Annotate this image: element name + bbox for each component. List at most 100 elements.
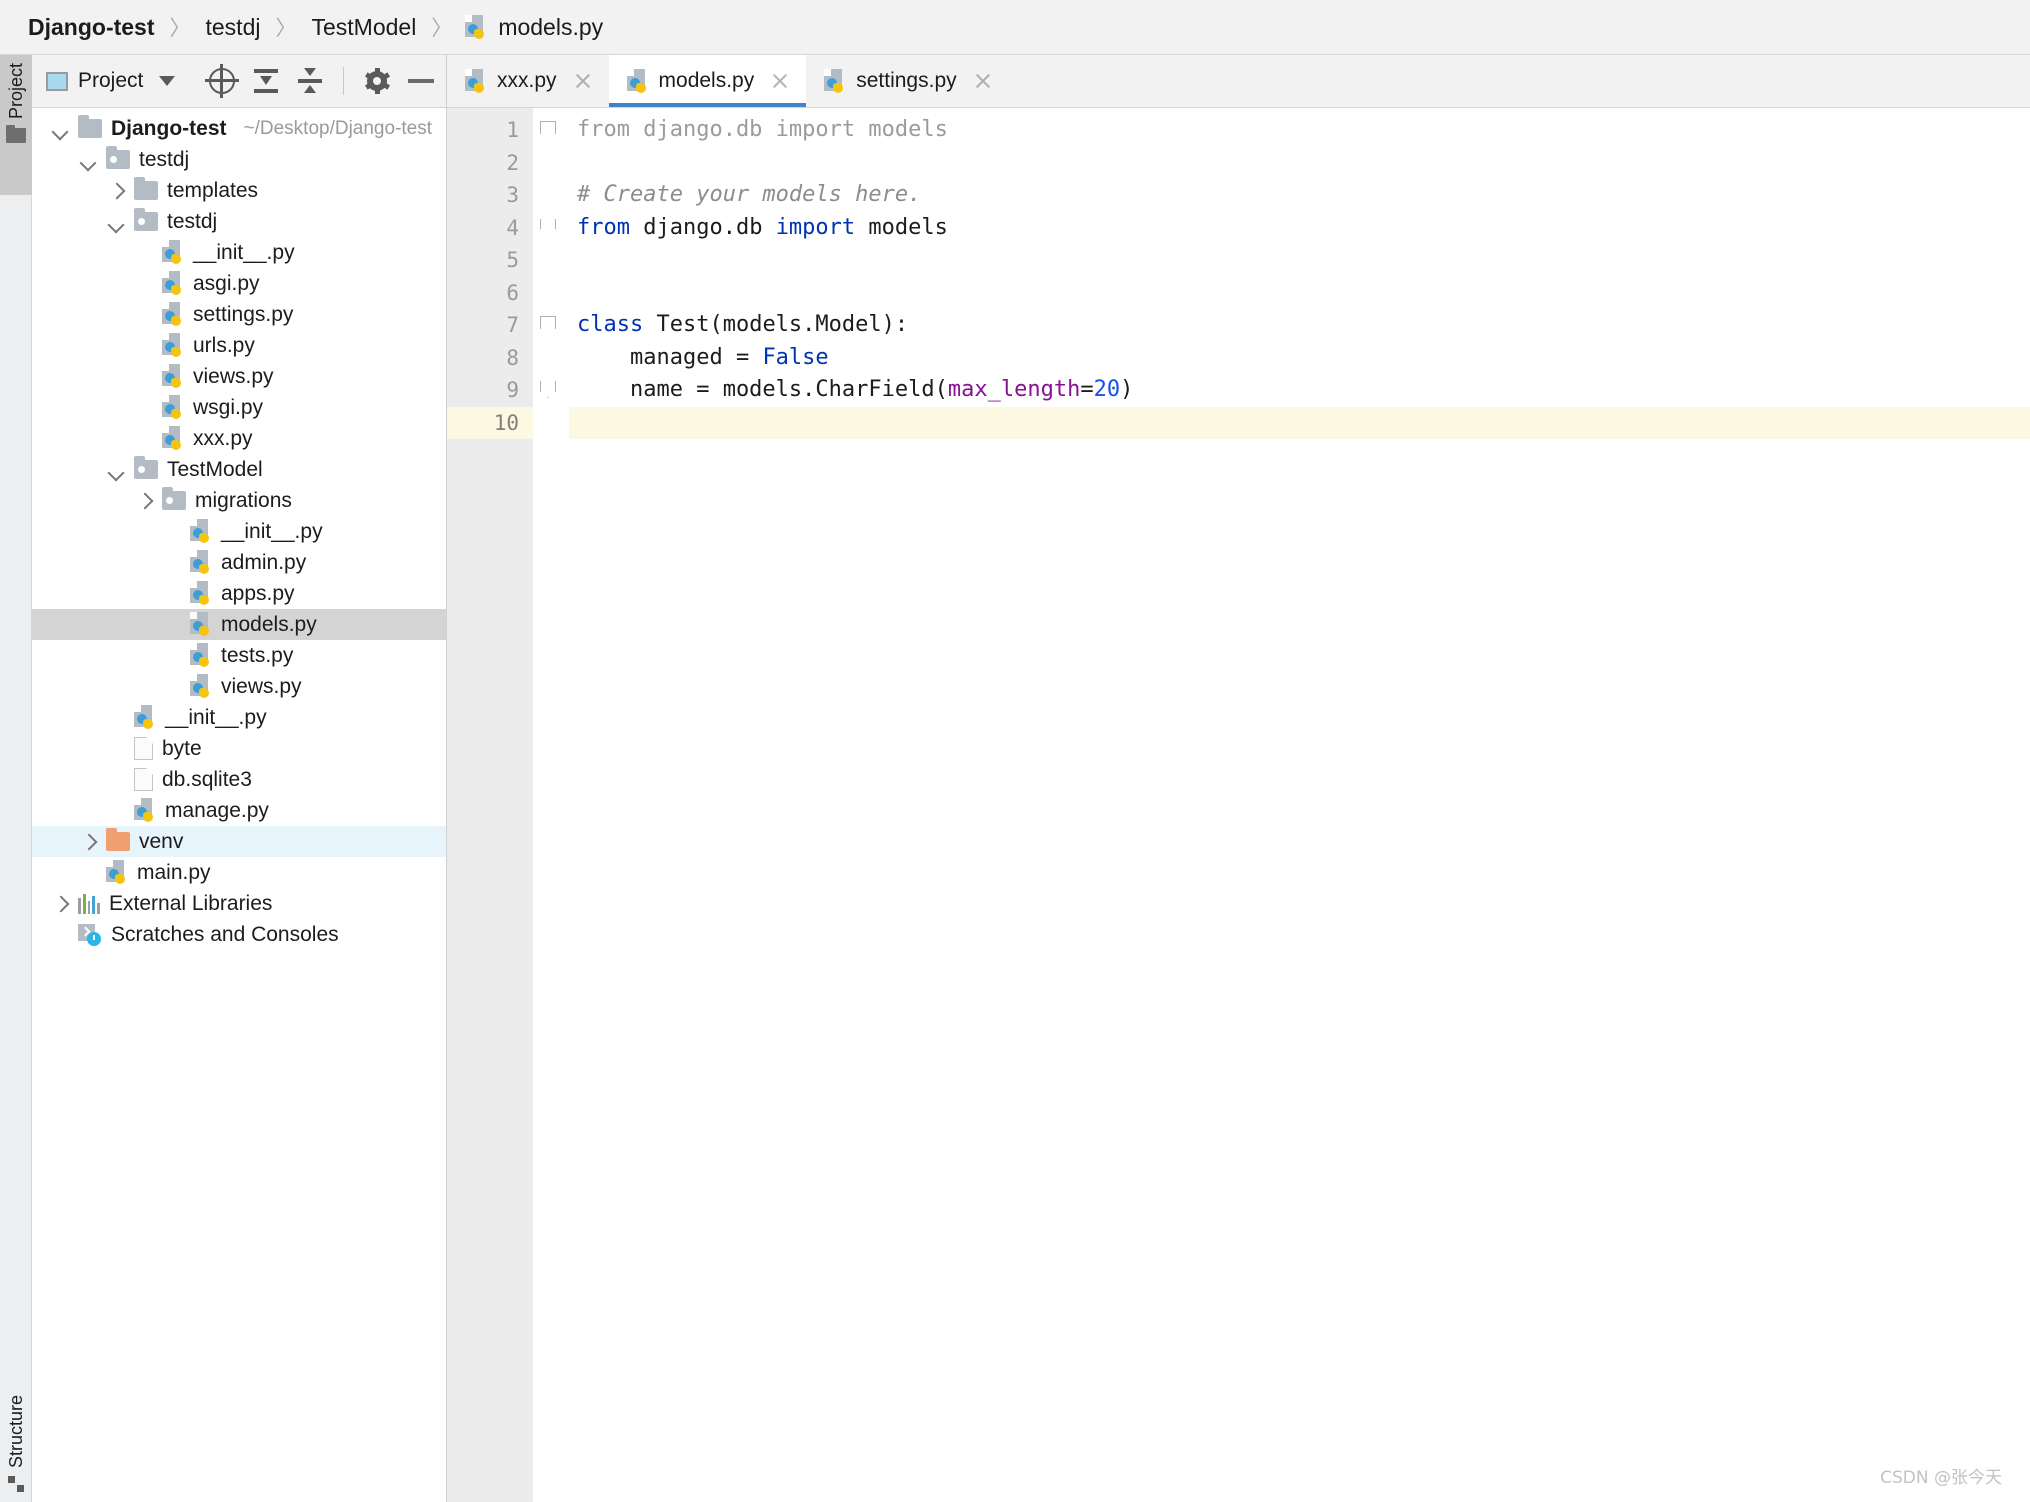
settings-button[interactable] [360,64,394,98]
left-tool-strip: Project Structure [0,55,32,1502]
expand-all-button[interactable] [249,64,283,98]
code-line[interactable] [569,147,2030,180]
chevron-right-icon[interactable] [107,182,125,200]
python-file-icon [162,240,184,265]
code-line[interactable]: from django.db import models [569,114,2030,147]
tree-row[interactable]: asgi.py [32,268,446,299]
tree-row-label: apps.py [221,581,295,605]
hide-button[interactable] [404,64,438,98]
editor-area: xxx.py models.py settings.py 1 2 3 4 5 6 7 8 9 10 f… [447,55,2030,1502]
main-frame: Project Structure Project Django-test ~/… [0,55,2030,1502]
code-fold-icon[interactable] [540,121,557,138]
close-icon[interactable] [770,71,790,91]
chevron-right-icon[interactable] [51,895,69,913]
python-file-icon [190,581,212,606]
tree-row[interactable]: tests.py [32,640,446,671]
code-line[interactable]: class Test(models.Model): [569,309,2030,342]
breadcrumb-item-testdj[interactable]: testdj [204,14,263,41]
tree-arrow-placeholder [163,554,181,572]
tree-row[interactable]: xxx.py [32,423,446,454]
line-number: 4 [506,215,519,240]
code-content[interactable]: from django.db import models # Create yo… [569,108,2030,1502]
code-fold-icon[interactable] [540,218,557,236]
python-file-icon [134,798,156,823]
tree-row[interactable]: settings.py [32,299,446,330]
tree-row[interactable]: TestModel [32,454,446,485]
breadcrumb-separator: 〉 [275,17,297,40]
tree-row-label: migrations [195,488,292,512]
code-line[interactable]: name = models.CharField(max_length=20) [569,374,2030,407]
chevron-down-icon[interactable] [107,213,125,231]
tool-window-tab-structure[interactable]: Structure [0,1395,32,1492]
tree-row[interactable]: __init__.py [32,702,446,733]
code-token: name = models.CharField( [577,377,948,402]
tree-row[interactable]: manage.py [32,795,446,826]
tree-row[interactable]: __init__.py [32,237,446,268]
chevron-down-icon[interactable] [159,76,176,86]
project-view-icon [46,71,68,91]
code-line[interactable]: # Create your models here. [569,179,2030,212]
select-opened-file-button[interactable] [205,64,239,98]
tree-arrow-placeholder [163,647,181,665]
close-icon[interactable] [573,71,593,91]
tree-row[interactable]: urls.py [32,330,446,361]
tree-row[interactable]: venv [32,826,446,857]
chevron-down-icon[interactable] [51,120,69,138]
chevron-down-icon[interactable] [79,151,97,169]
editor-tab-settings-py[interactable]: settings.py [806,55,1008,107]
tree-row[interactable]: views.py [32,361,446,392]
tool-window-tab-project[interactable]: Project [0,55,32,195]
tree-row[interactable]: templates [32,175,446,206]
target-icon [205,64,239,98]
tree-row[interactable]: byte [32,733,446,764]
line-number: 1 [506,118,519,142]
line-number: 2 [506,150,519,175]
tree-row[interactable]: migrations [32,485,446,516]
tree-row[interactable]: Scratches and Consoles [32,919,446,950]
tree-row-label: venv [139,829,184,853]
editor-tab-xxx-py[interactable]: xxx.py [447,55,609,107]
file-icon [134,768,153,791]
editor-tab-models-py[interactable]: models.py [608,55,807,107]
project-panel-header: Project [32,55,446,108]
close-icon[interactable] [973,71,993,91]
tree-row[interactable]: __init__.py [32,516,446,547]
chevron-right-icon[interactable] [79,833,97,851]
python-file-icon [162,333,184,358]
tool-window-tab-project-label: Project [5,63,26,120]
tree-row[interactable]: Django-test ~/Desktop/Django-test [32,113,446,144]
code-line[interactable] [569,244,2030,277]
line-number: 7 [506,313,519,337]
chevron-right-icon[interactable] [135,492,153,510]
code-editor[interactable]: 1 2 3 4 5 6 7 8 9 10 from django.db import models… [447,108,2030,1502]
code-line[interactable]: from django.db import models [569,212,2030,245]
tree-row[interactable]: main.py [32,857,446,888]
python-file-icon [465,14,487,40]
tree-row[interactable]: admin.py [32,547,446,578]
project-tree[interactable]: Django-test ~/Desktop/Django-test testdj te… [32,108,446,1502]
tree-row[interactable]: testdj [32,144,446,175]
tree-row-label: db.sqlite3 [162,767,252,791]
breadcrumb-item-django-test[interactable]: Django-test [26,14,157,41]
code-line[interactable] [569,406,2030,439]
tree-row-label: asgi.py [193,271,260,295]
external-libraries-icon [78,893,100,914]
tree-row[interactable]: apps.py [32,578,446,609]
python-file-icon [465,68,487,94]
collapse-all-button[interactable] [293,64,327,98]
tree-row[interactable]: testdj [32,206,446,237]
tree-row[interactable]: External Libraries [32,888,446,919]
code-line[interactable]: managed = False [569,342,2030,375]
breadcrumb-item-models-py[interactable]: models.py [465,14,605,41]
tree-row[interactable]: models.py [32,609,446,640]
code-folding-gutter[interactable] [533,108,569,1502]
code-fold-icon[interactable] [540,316,557,333]
chevron-down-icon[interactable] [107,461,125,479]
code-fold-icon[interactable] [540,381,557,398]
tree-row[interactable]: wsgi.py [32,392,446,423]
breadcrumb-item-testmodel[interactable]: TestModel [309,14,418,41]
code-line[interactable] [569,277,2030,310]
tree-row-label: tests.py [221,643,294,667]
tree-row[interactable]: db.sqlite3 [32,764,446,795]
tree-row[interactable]: views.py [32,671,446,702]
